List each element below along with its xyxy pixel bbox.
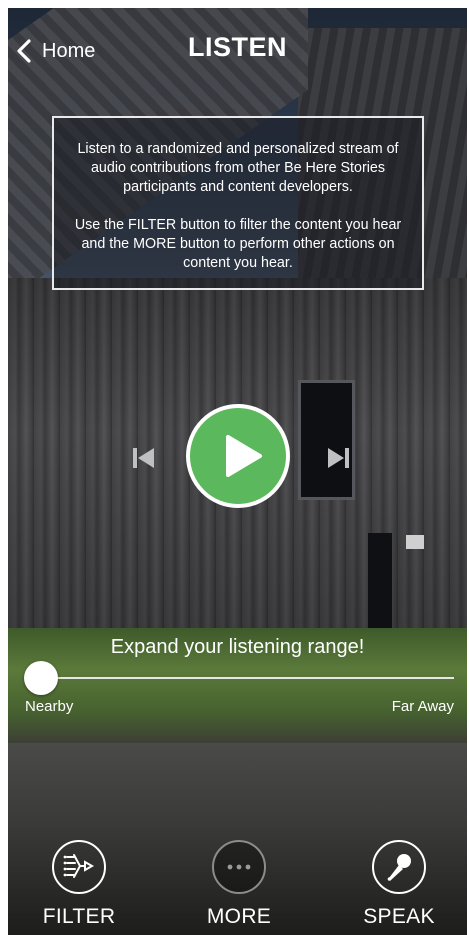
more-icon [227,864,251,870]
info-paragraph-instructions: Use the FILTER button to filter the cont… [74,217,402,271]
page-title: LISTEN [187,32,287,62]
filter-button[interactable]: FILTER [19,840,139,929]
nav-header: Home LISTEN [8,8,467,78]
more-button[interactable]: MORE [179,840,299,929]
range-slider-thumb[interactable] [24,661,58,695]
range-min-label: Nearby [25,698,74,715]
info-paragraph-intro: Listen to a randomized and personalized … [77,141,399,195]
microphone-icon [387,854,411,881]
filter-button-label: FILTER [42,905,116,928]
more-icon-circle [212,840,266,894]
background-barn-sign [406,535,424,549]
next-track-button[interactable] [326,446,350,470]
speak-button[interactable]: SPEAK [339,840,459,929]
skip-forward-icon [328,448,349,468]
background-barn-window [298,380,355,500]
skip-back-icon [133,448,154,468]
filter-icon-circle [52,840,106,894]
range-caption: Expand your listening range! [110,636,365,658]
play-icon [226,435,262,477]
play-button[interactable] [186,404,290,508]
range-max-label: Far Away [391,698,454,715]
speak-button-label: SPEAK [363,905,435,928]
info-box: Listen to a randomized and personalized … [52,116,424,290]
previous-track-button[interactable] [132,446,156,470]
speak-icon-circle [372,840,426,894]
range-slider-track[interactable] [41,677,454,679]
listen-screen: Home LISTEN Listen to a randomized and p… [8,8,467,935]
more-button-label: MORE [206,905,272,928]
background-barn-door [368,533,392,633]
filter-icon [63,854,95,878]
